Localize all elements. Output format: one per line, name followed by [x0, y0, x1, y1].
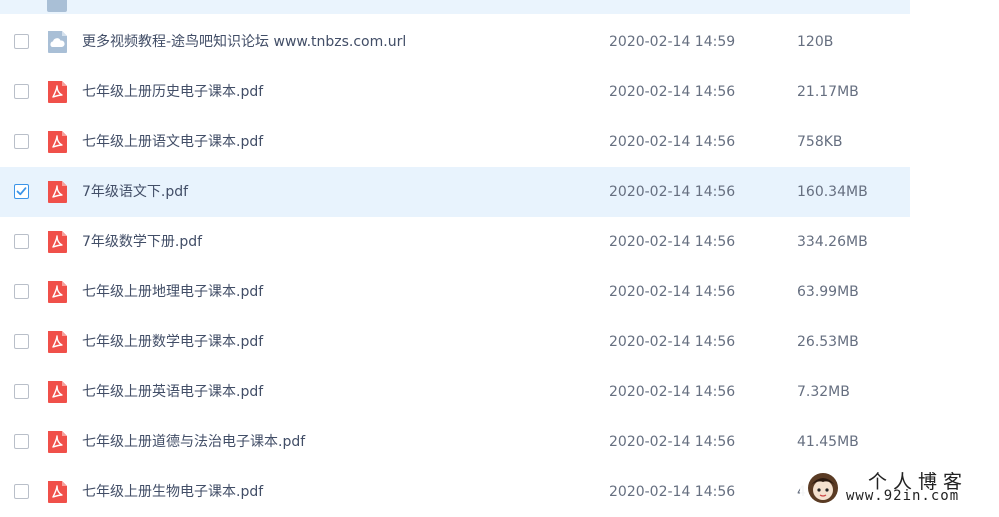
file-name[interactable]: 7年级数学下册.pdf: [82, 217, 202, 267]
pdf-file-icon: [46, 480, 69, 504]
file-name[interactable]: 七年级上册历史电子课本.pdf: [82, 67, 263, 117]
row-checkbox[interactable]: [14, 234, 29, 249]
file-row[interactable]: 七年级上册英语电子课本.pdf 2020-02-14 14:56 7.32MB: [0, 367, 910, 417]
file-row[interactable]: 七年级上册数学电子课本.pdf 2020-02-14 14:56 26.53MB: [0, 317, 910, 367]
file-name[interactable]: 七年级上册语文电子课本.pdf: [82, 117, 263, 167]
watermark-url: www.92in.com: [846, 488, 960, 504]
file-size: 26.53MB: [797, 334, 859, 350]
file-row[interactable]: 更多视频教程-途鸟吧知识论坛 www.tnbzs.com.url 2020-02-…: [0, 17, 910, 67]
url-file-icon: [46, 30, 69, 54]
row-checkbox[interactable]: [14, 334, 29, 349]
file-row[interactable]: 七年级上册地理电子课本.pdf 2020-02-14 14:56 63.99MB: [0, 267, 910, 317]
file-modified-date: 2020-02-14 14:56: [609, 134, 736, 150]
pdf-file-icon: [46, 80, 69, 104]
file-list: 更多视频教程-途鸟吧知识论坛 www.tnbzs.com.url 2020-02-…: [0, 17, 910, 517]
file-row[interactable]: 七年级上册历史电子课本.pdf 2020-02-14 14:56 21.17MB: [0, 67, 910, 117]
file-modified-date: 2020-02-14 14:56: [609, 334, 736, 350]
file-modified-date: 2020-02-14 14:56: [609, 184, 736, 200]
file-size: 120B: [797, 34, 834, 50]
pdf-file-icon: [46, 230, 69, 254]
file-modified-date: 2020-02-14 14:59: [609, 34, 736, 50]
row-checkbox[interactable]: [14, 134, 29, 149]
file-size: 63.99MB: [797, 284, 859, 300]
row-checkbox[interactable]: [14, 34, 29, 49]
file-name[interactable]: 七年级上册数学电子课本.pdf: [82, 317, 263, 367]
row-checkbox[interactable]: [14, 484, 29, 499]
file-name[interactable]: 七年级上册地理电子课本.pdf: [82, 267, 263, 317]
previous-row-partial[interactable]: [0, 0, 910, 14]
pdf-file-icon: [46, 280, 69, 304]
pdf-file-icon: [46, 330, 69, 354]
row-checkbox[interactable]: [14, 84, 29, 99]
pdf-file-icon: [46, 130, 69, 154]
file-row[interactable]: 7年级语文下.pdf 2020-02-14 14:56 160.34MB: [0, 167, 910, 217]
pdf-file-icon: [46, 430, 69, 454]
row-checkbox[interactable]: [14, 434, 29, 449]
file-size: 7.32MB: [797, 384, 850, 400]
file-size: 758KB: [797, 134, 843, 150]
row-checkbox[interactable]: [14, 284, 29, 299]
pdf-file-icon: [46, 180, 69, 204]
row-checkbox[interactable]: [14, 384, 29, 399]
file-name[interactable]: 七年级上册英语电子课本.pdf: [82, 367, 263, 417]
file-modified-date: 2020-02-14 14:56: [609, 384, 736, 400]
file-row[interactable]: 7年级数学下册.pdf 2020-02-14 14:56 334.26MB: [0, 217, 910, 267]
file-size: 160.34MB: [797, 184, 868, 200]
file-size: 21.17MB: [797, 84, 859, 100]
file-name[interactable]: 七年级上册道德与法治电子课本.pdf: [82, 417, 305, 467]
file-modified-date: 2020-02-14 14:56: [609, 84, 736, 100]
file-row[interactable]: 七年级上册语文电子课本.pdf 2020-02-14 14:56 758KB: [0, 117, 910, 167]
avatar-icon: [808, 473, 838, 503]
site-watermark: 个人博客 www.92in.com: [800, 463, 999, 510]
file-row[interactable]: 七年级上册道德与法治电子课本.pdf 2020-02-14 14:56 41.45M…: [0, 417, 910, 467]
file-modified-date: 2020-02-14 14:56: [609, 434, 736, 450]
file-name[interactable]: 7年级语文下.pdf: [82, 167, 188, 217]
file-modified-date: 2020-02-14 14:56: [609, 234, 736, 250]
pdf-file-icon: [46, 380, 69, 404]
file-size: 334.26MB: [797, 234, 868, 250]
checkmark-icon: [16, 187, 27, 196]
file-size: 41.45MB: [797, 434, 859, 450]
file-modified-date: 2020-02-14 14:56: [609, 284, 736, 300]
file-icon: [47, 0, 67, 12]
file-name[interactable]: 更多视频教程-途鸟吧知识论坛 www.tnbzs.com.url: [82, 17, 406, 67]
row-checkbox[interactable]: [14, 184, 29, 199]
